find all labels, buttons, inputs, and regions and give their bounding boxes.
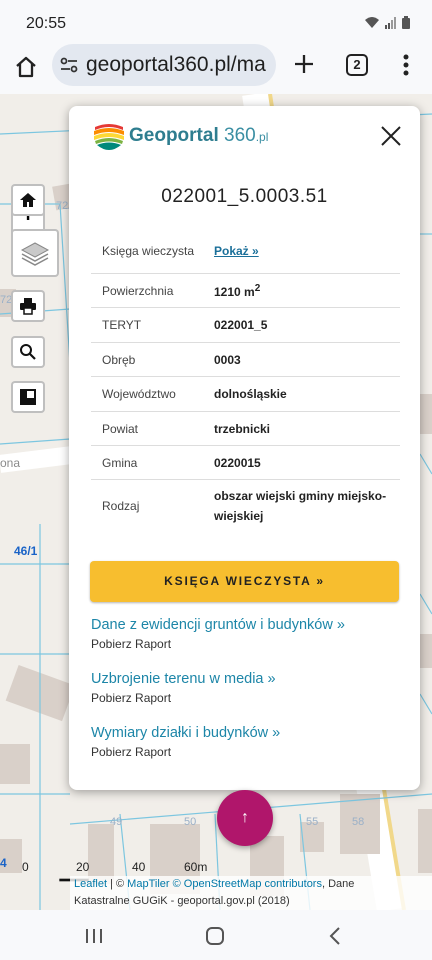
osm-link[interactable]: © OpenStreetMap contributors	[173, 878, 322, 890]
row-gmina: Gmina 0220015	[91, 446, 400, 480]
link-wymiary: Wymiary działki i budynków » Pobierz Rap…	[91, 725, 280, 759]
wymiary-link[interactable]: Wymiary działki i budynków »	[91, 725, 280, 741]
ruler-icon	[20, 389, 36, 405]
logo-icon	[94, 124, 124, 150]
scale-tick: 0	[22, 860, 29, 874]
link-ewidencja: Dane z ewidencji gruntów i budynków » Po…	[91, 617, 345, 651]
map-label: 49	[110, 816, 123, 828]
site-settings-icon[interactable]	[58, 54, 80, 76]
logo-tld: .pl	[255, 130, 269, 144]
map-attribution: Leaflet | © MapTiler © OpenStreetMap con…	[70, 876, 432, 910]
address-bar[interactable]: geoportal360.pl/ma	[52, 44, 276, 86]
row-powiat: Powiat trzebnicki	[91, 412, 400, 446]
house-icon	[20, 193, 36, 207]
map-label: 46/1	[14, 544, 38, 558]
parcel-attributes: Księga wieczysta Pokaż » Powierzchnia 12…	[91, 228, 400, 532]
battery-icon	[402, 16, 410, 29]
row-obreb: Obręb 0003	[91, 343, 400, 377]
map-label: 4	[0, 856, 7, 870]
row-rodzaj: Rodzaj obszar wiejski gminy miejsko-wiej…	[91, 480, 400, 532]
show-ksiega-link[interactable]: Pokaż »	[214, 244, 259, 258]
measure-button[interactable]	[11, 381, 45, 413]
scroll-top-button[interactable]: ↑	[217, 790, 273, 846]
browser-toolbar: geoportal360.pl/ma 2	[0, 44, 432, 94]
logo-main: Geoportal	[129, 125, 219, 146]
system-nav-bar	[0, 910, 432, 960]
row-powierzchnia: Powierzchnia 1210 m2	[91, 274, 400, 308]
row-teryt: TERYT 022001_5	[91, 308, 400, 343]
nav-home-icon[interactable]	[206, 927, 224, 945]
geoportal-logo: Geoportal 360.pl	[93, 118, 268, 154]
download-report-link[interactable]: Pobierz Raport	[91, 691, 276, 705]
close-icon[interactable]	[379, 124, 403, 148]
status-bar: 20:55	[0, 0, 432, 44]
status-icons	[364, 16, 410, 29]
maptiler-link[interactable]: MapTiler	[127, 878, 169, 890]
map-label: ona	[0, 456, 21, 470]
ksiega-wieczysta-button[interactable]: KSIĘGA WIECZYSTA »	[90, 561, 399, 602]
scale-tick: 60m	[184, 860, 208, 874]
layers-icon	[20, 242, 50, 266]
map-label: 50	[184, 816, 197, 828]
scale-tick: 20	[76, 860, 90, 874]
parcel-id-title: 022001_5.0003.51	[161, 186, 328, 207]
tab-switcher-button[interactable]: 2	[346, 54, 368, 76]
leaflet-link[interactable]: Leaflet	[74, 878, 107, 890]
area-value: 1210 m	[214, 285, 255, 299]
row-value: 1210 m2	[214, 279, 392, 302]
search-button[interactable]	[11, 336, 45, 368]
row-key: Rodzaj	[102, 499, 140, 513]
download-report-link[interactable]: Pobierz Raport	[91, 637, 345, 651]
row-key: Powierzchnia	[102, 283, 174, 298]
attribution-separator: | ©	[107, 878, 128, 890]
row-key: Księga wieczysta	[102, 243, 195, 258]
back-icon[interactable]	[328, 926, 342, 946]
parcel-info-panel: Geoportal 360.pl 022001_5.0003.51 Księga…	[69, 106, 420, 790]
more-menu-icon[interactable]	[396, 51, 416, 79]
recent-apps-icon[interactable]	[84, 928, 104, 944]
status-time: 20:55	[26, 15, 67, 32]
home-extent-button[interactable]	[11, 184, 45, 216]
attribution-text: , Dane	[321, 878, 355, 890]
row-value: trzebnicki	[214, 421, 271, 436]
link-uzbrojenie: Uzbrojenie terenu w media » Pobierz Rapo…	[91, 671, 276, 705]
map-label: 55	[306, 816, 319, 828]
signal-icon	[385, 17, 396, 29]
row-key: Województwo	[102, 387, 176, 401]
row-value: dolnośląskie	[214, 387, 287, 401]
scale-tick: 40	[132, 860, 146, 874]
ewidencja-link[interactable]: Dane z ewidencji gruntów i budynków »	[91, 617, 345, 633]
new-tab-icon[interactable]	[290, 50, 318, 78]
search-icon	[20, 344, 36, 360]
attribution-line2: Katastralne GUGiK - geoportal.gov.pl (20…	[74, 895, 290, 907]
print-button[interactable]	[11, 290, 45, 322]
row-value: 0003	[214, 352, 241, 367]
download-report-link[interactable]: Pobierz Raport	[91, 745, 280, 759]
home-icon[interactable]	[12, 53, 40, 81]
row-key: Powiat	[102, 421, 139, 436]
row-value: 0220015	[214, 455, 261, 470]
row-ksiega: Księga wieczysta Pokaż »	[91, 228, 400, 274]
uzbrojenie-link[interactable]: Uzbrojenie terenu w media »	[91, 671, 276, 687]
row-wojewodztwo: Województwo dolnośląskie	[91, 377, 400, 412]
area-unit-sup: 2	[254, 283, 261, 294]
row-key: Obręb	[102, 352, 136, 367]
row-key: Gmina	[102, 455, 138, 470]
logo-number: 360	[224, 125, 256, 146]
url-text: geoportal360.pl/ma	[86, 53, 266, 76]
map-label: 58	[352, 816, 365, 828]
wifi-icon	[365, 17, 379, 28]
row-value: obszar wiejski gminy miejsko-wiejskiej	[214, 489, 387, 523]
print-icon	[20, 298, 36, 315]
row-value: 022001_5	[214, 318, 268, 332]
row-key: TERYT	[102, 318, 142, 332]
layers-button[interactable]	[11, 229, 59, 277]
logo-text: Geoportal 360.pl	[129, 125, 268, 147]
